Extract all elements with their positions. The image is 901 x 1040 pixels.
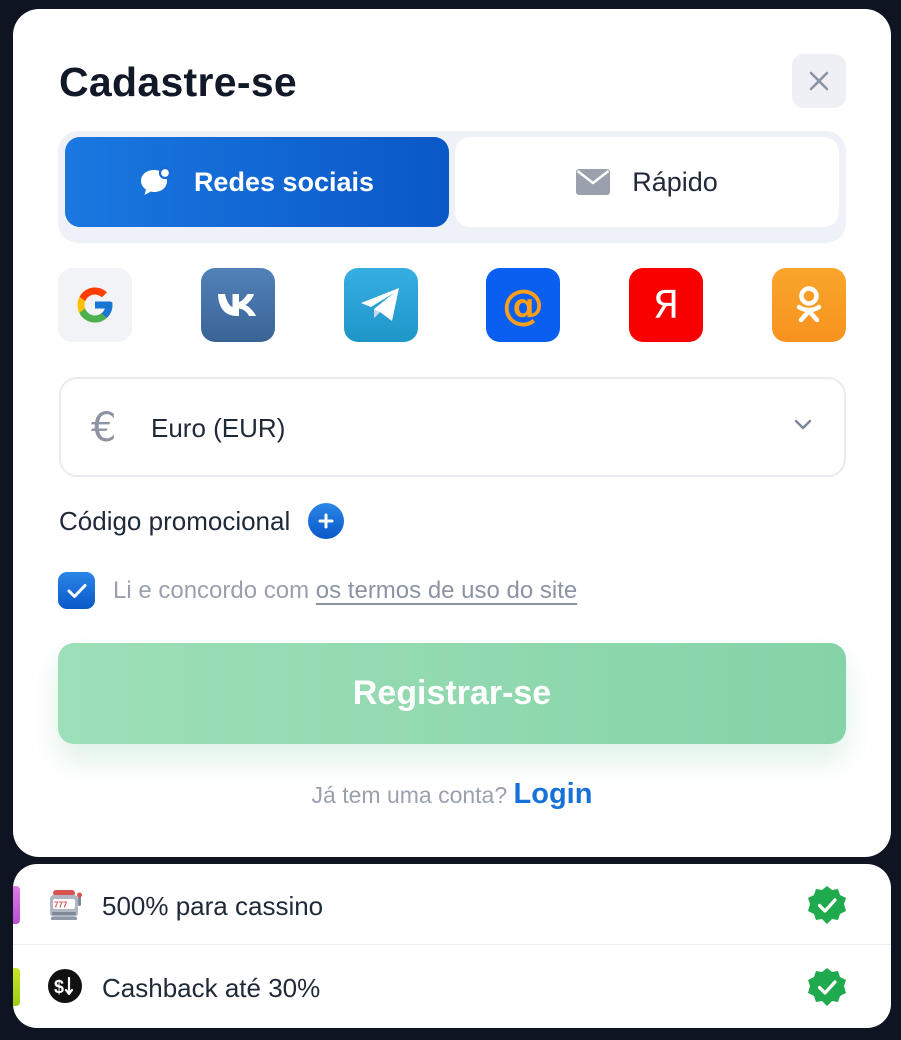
bonus-text: 500% para cassino (102, 891, 324, 921)
svg-text:$: $ (54, 977, 64, 997)
slot-machine-icon: 777 (50, 890, 82, 920)
add-promo-code-button[interactable] (308, 503, 345, 539)
tab-quick[interactable]: Rápido (455, 137, 839, 227)
vk-icon (218, 294, 256, 316)
terms-checkbox[interactable] (58, 572, 95, 609)
bonus-accent-bar (13, 968, 20, 1006)
bonus-text: Cashback até 30% (102, 973, 321, 1003)
bonus-item: 777 500% para cassino (13, 864, 891, 945)
bonus-list: 777 500% para cassino $ Cashback até 30% (13, 864, 891, 1028)
yandex-icon: Я (652, 283, 680, 327)
register-button[interactable]: Registrar-se (58, 643, 846, 744)
euro-icon: € (91, 405, 117, 451)
close-button[interactable] (792, 54, 846, 108)
verified-badge-icon (808, 886, 846, 924)
close-icon (809, 71, 829, 91)
terms-link[interactable]: os termos de uso do site (316, 577, 577, 604)
google-icon (77, 287, 113, 323)
terms-row: Li e concordo com os termos de uso do si… (58, 572, 577, 609)
promo-code-label: Código promocional (59, 505, 291, 536)
svg-text:777: 777 (54, 901, 68, 910)
currency-select[interactable]: € Euro (EUR) (59, 377, 846, 477)
login-prompt: Já tem uma conta? (311, 782, 508, 808)
login-link[interactable]: Login (514, 778, 593, 810)
mail-button[interactable]: @ (486, 268, 560, 342)
telegram-icon (361, 288, 399, 321)
chat-bubble-icon (140, 167, 172, 195)
at-sign-icon: @ (502, 280, 544, 329)
ok-button[interactable] (772, 268, 846, 342)
vk-button[interactable] (201, 268, 275, 342)
envelope-icon (576, 169, 611, 195)
currency-value: Euro (EUR) (151, 413, 286, 443)
promo-code-row: Código promocional (59, 503, 345, 539)
bonus-accent-bar (13, 886, 20, 924)
terms-prefix: Li e concordo com (113, 576, 310, 604)
tab-quick-label: Rápido (632, 166, 718, 197)
ok-icon (796, 286, 822, 323)
chevron-down-icon (794, 419, 812, 430)
verified-badge-icon (808, 968, 846, 1006)
social-login-buttons: @ Я (58, 268, 846, 342)
registration-modal: Cadastre-se Redes sociais Rápido @ Я € E… (13, 9, 891, 857)
modal-title: Cadastre-se (59, 59, 298, 105)
telegram-button[interactable] (344, 268, 418, 342)
tab-social-label: Redes sociais (193, 166, 375, 197)
plus-icon (318, 513, 334, 529)
signup-method-tabs: Redes sociais Rápido (58, 131, 846, 243)
tab-social-networks[interactable]: Redes sociais (65, 137, 449, 227)
google-button[interactable] (58, 268, 132, 342)
dollar-exchange-icon: $ (48, 969, 82, 1003)
login-prompt-row: Já tem uma conta? Login (13, 778, 891, 811)
yandex-button[interactable]: Я (629, 268, 703, 342)
check-icon (67, 583, 86, 598)
bonus-item: $ Cashback até 30% (13, 946, 891, 1027)
terms-text: Li e concordo com os termos de uso do si… (113, 577, 577, 605)
